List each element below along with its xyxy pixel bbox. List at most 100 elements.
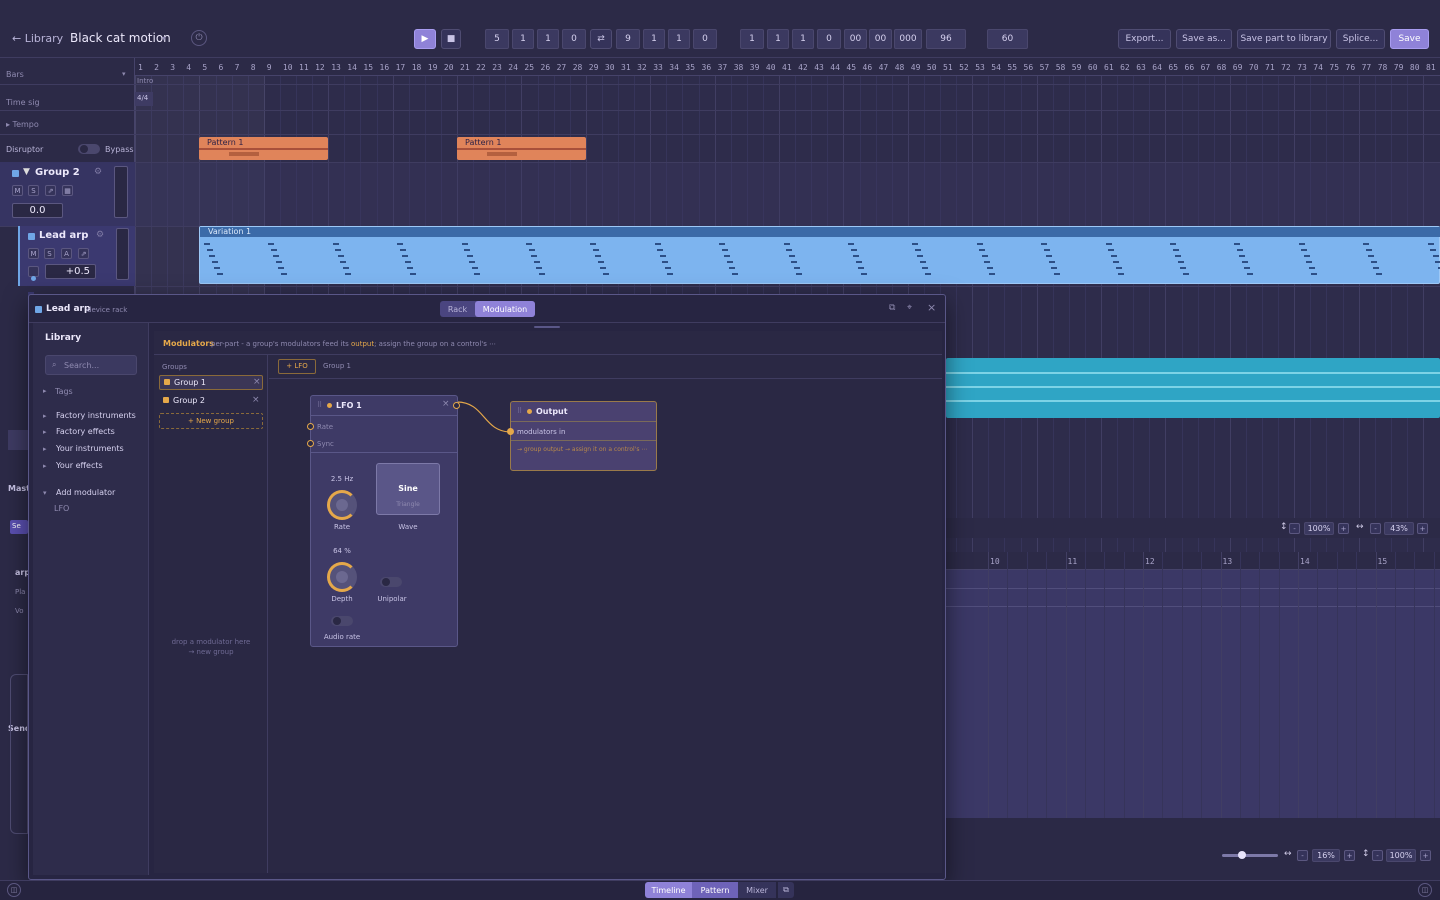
- loop-end-tick[interactable]: 0: [693, 29, 717, 49]
- export-button[interactable]: Export...: [1118, 29, 1171, 49]
- volume-meter[interactable]: [116, 228, 129, 280]
- stop-button[interactable]: ■: [441, 29, 461, 49]
- bars-dropdown-icon[interactable]: ▾: [122, 70, 126, 78]
- route-button[interactable]: ⇗: [45, 185, 56, 196]
- position-beat[interactable]: 1: [512, 29, 534, 49]
- drag-grip-icon[interactable]: ⠿: [517, 407, 522, 415]
- lead-arp-name[interactable]: Lead arp: [39, 230, 88, 241]
- pin-icon[interactable]: ⌖: [907, 303, 912, 313]
- group-item-1[interactable]: Group 1 ×: [159, 375, 263, 390]
- bypass-toggle[interactable]: [78, 144, 100, 154]
- title-dropdown-icon[interactable]: ▾: [162, 34, 166, 43]
- pattern-clip-1[interactable]: Pattern 1: [199, 137, 328, 160]
- inspector-toggle-icon[interactable]: ◫: [1418, 883, 1432, 897]
- ppq-field[interactable]: 96: [926, 29, 966, 49]
- solo-button[interactable]: S: [28, 185, 39, 196]
- splice-button[interactable]: Splice...: [1336, 29, 1385, 49]
- mute-button[interactable]: M: [12, 185, 23, 196]
- zoom-slider-thumb[interactable]: [1238, 851, 1246, 859]
- time-field-2[interactable]: 1: [767, 29, 789, 49]
- drag-handle[interactable]: [534, 326, 560, 328]
- tab-modulation[interactable]: Modulation: [475, 301, 535, 317]
- settings-gear-icon[interactable]: ⚙: [94, 167, 102, 177]
- save-part-to-library-button[interactable]: Save part to library: [1237, 29, 1331, 49]
- lead-arp-pan[interactable]: +0.5: [45, 264, 96, 279]
- tags-item[interactable]: Tags: [55, 387, 73, 396]
- settings-gear-icon[interactable]: ⚙: [96, 230, 104, 240]
- hzoom-minus-button[interactable]: -: [1370, 523, 1381, 534]
- tree-your-instruments[interactable]: Your instruments: [56, 444, 124, 453]
- tree-your-effects[interactable]: Your effects: [56, 461, 103, 470]
- tree-factory-effects[interactable]: Factory effects: [56, 427, 115, 436]
- variation-clip[interactable]: Variation 1: [199, 226, 1440, 284]
- sync-input-port[interactable]: [307, 440, 314, 447]
- hzoom-plus-button[interactable]: +: [1417, 523, 1428, 534]
- panel-toggle-icon[interactable]: ◫: [7, 883, 21, 897]
- time-field-1[interactable]: 1: [740, 29, 764, 49]
- zoom-slider-track[interactable]: [1222, 854, 1278, 857]
- bar-ruler[interactable]: 1 2 3 4 5 6 7 8 9 10 11 12 13 14 15 16 17 18 19 20 21 22 23 24 2…: [135, 58, 1440, 76]
- panel-header[interactable]: Lead arp device rack Rack Modulation ⧉ ⌖…: [29, 295, 945, 323]
- lower-ruler[interactable]: 10 11 12 13 14 15: [946, 552, 1440, 570]
- tab-timeline[interactable]: Timeline: [645, 882, 692, 898]
- remove-group-icon[interactable]: ×: [253, 377, 261, 387]
- wave-selector[interactable]: Sine Triangle: [376, 463, 440, 515]
- time-field-5[interactable]: 00: [844, 29, 867, 49]
- volume-meter[interactable]: [114, 166, 128, 218]
- tab-pattern[interactable]: Pattern: [692, 882, 738, 898]
- lower-vzoom-value[interactable]: 100%: [1386, 849, 1416, 862]
- lfo-output-port[interactable]: [453, 402, 460, 409]
- vzoom-value[interactable]: 100%: [1304, 522, 1334, 535]
- tab-mixer[interactable]: Mixer: [738, 882, 776, 898]
- output-node[interactable]: ⠿ Output modulators in → group output → …: [507, 401, 657, 471]
- time-field-6[interactable]: 00: [869, 29, 892, 49]
- group2-name[interactable]: Group 2: [35, 167, 80, 178]
- add-lfo-button[interactable]: + LFO: [278, 359, 316, 374]
- vzoom-plus-button[interactable]: +: [1338, 523, 1349, 534]
- time-sig-marker[interactable]: 4/4: [135, 92, 153, 106]
- tempo-row-label[interactable]: ▸ Tempo: [6, 120, 39, 129]
- vzoom-minus-button[interactable]: -: [1289, 523, 1300, 534]
- position-tick[interactable]: 0: [562, 29, 586, 49]
- send-button[interactable]: Se: [10, 520, 28, 534]
- route-button[interactable]: ⇗: [78, 248, 89, 259]
- time-field-4[interactable]: 0: [817, 29, 841, 49]
- solo-button[interactable]: S: [44, 248, 55, 259]
- lfo-close-icon[interactable]: ×: [442, 399, 450, 409]
- close-icon[interactable]: ×: [927, 301, 936, 314]
- collapse-icon[interactable]: ▼: [23, 167, 30, 177]
- tree-factory-instruments[interactable]: Factory instruments: [56, 411, 136, 420]
- loop-end-sixteenth[interactable]: 1: [668, 29, 690, 49]
- lfo-node[interactable]: ⠿ LFO 1 × Rate Sync 2.5 Hz Rate Sine Tri…: [307, 395, 460, 647]
- pattern-clip-2[interactable]: Pattern 1: [457, 137, 586, 160]
- tab-rack[interactable]: Rack: [440, 301, 475, 317]
- loop-toggle-icon[interactable]: ⇄: [590, 29, 612, 49]
- lower-hzoom-minus-button[interactable]: -: [1297, 850, 1308, 861]
- lower-vzoom-minus-button[interactable]: -: [1372, 850, 1383, 861]
- popout-icon[interactable]: ⧉: [778, 882, 794, 898]
- position-sixteenth[interactable]: 1: [537, 29, 559, 49]
- popout-icon[interactable]: ⧉: [889, 303, 895, 313]
- play-button[interactable]: ▶: [414, 29, 436, 49]
- power-icon[interactable]: ⏻: [191, 30, 207, 46]
- lower-hzoom-value[interactable]: 16%: [1312, 849, 1340, 862]
- group2-volume[interactable]: 0.0: [12, 203, 63, 218]
- lower-vzoom-plus-button[interactable]: +: [1420, 850, 1431, 861]
- loop-end-beat[interactable]: 1: [643, 29, 665, 49]
- loop-end-bar[interactable]: 9: [616, 29, 640, 49]
- teal-clip[interactable]: [946, 358, 1440, 418]
- lower-hzoom-plus-button[interactable]: +: [1344, 850, 1355, 861]
- rate-knob[interactable]: [327, 490, 357, 520]
- arm-button[interactable]: A: [61, 248, 72, 259]
- position-bar[interactable]: 5: [485, 29, 509, 49]
- bpm-field[interactable]: 60: [987, 29, 1028, 49]
- modulation-canvas[interactable]: + LFO Group 1 ⠿ LFO 1 × Rate Sync 2.5 Hz…: [269, 355, 942, 873]
- mute-button[interactable]: M: [28, 248, 39, 259]
- save-button[interactable]: Save: [1390, 29, 1429, 49]
- group-item-2[interactable]: Group 2 ×: [159, 394, 263, 409]
- library-search-input[interactable]: ⌕ Search...: [45, 355, 137, 375]
- pattern-editor[interactable]: 10 11 12 13 14 15: [946, 552, 1440, 818]
- tree-add-modulator[interactable]: Add modulator: [56, 488, 115, 497]
- rate-input-port[interactable]: [307, 423, 314, 430]
- group2-header[interactable]: ▼ Group 2 ⚙ M S ⇗ ▦ 0.0: [0, 162, 135, 226]
